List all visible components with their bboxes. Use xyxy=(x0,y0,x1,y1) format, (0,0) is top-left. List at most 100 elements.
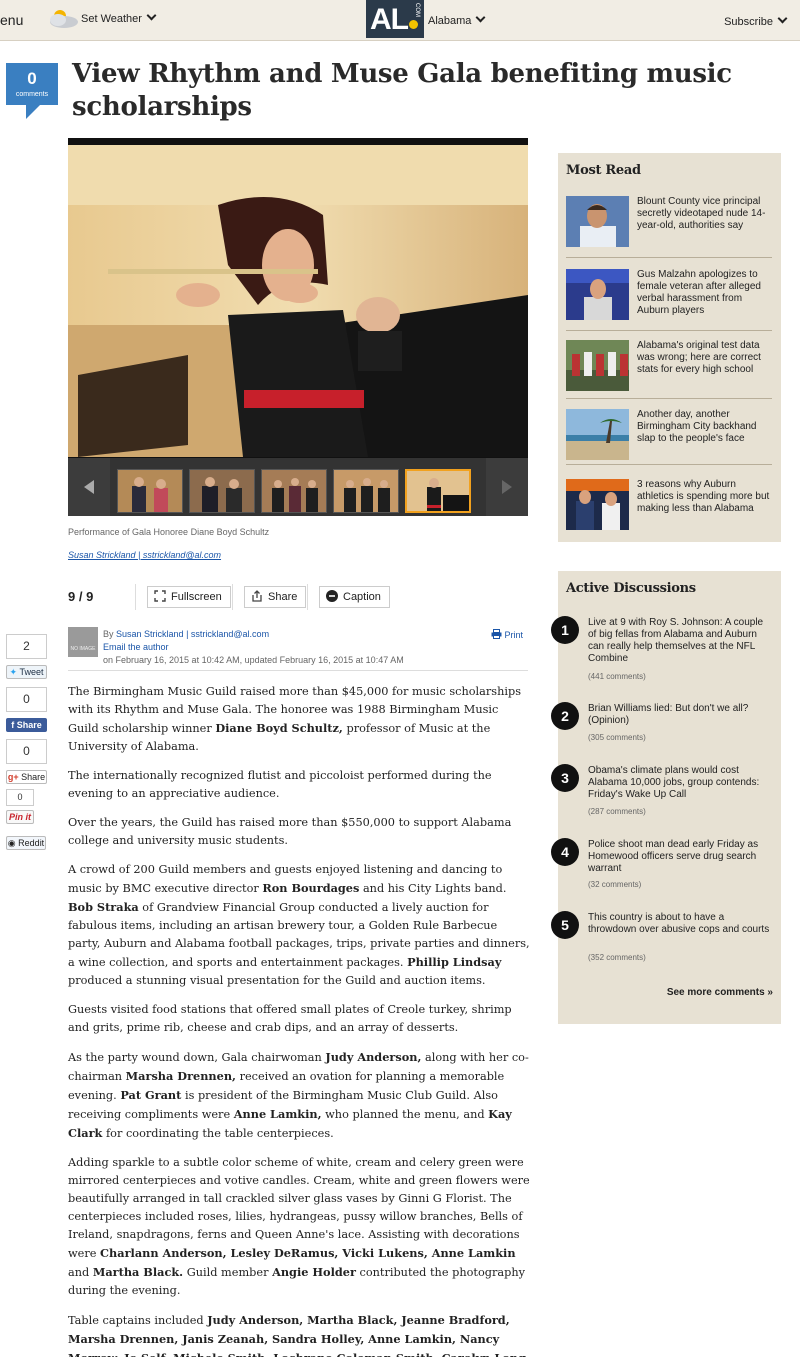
author-avatar: NO IMAGE xyxy=(68,627,98,657)
thumbnail-strip xyxy=(68,458,528,516)
photo-credit-link[interactable]: Susan Strickland | sstrickland@al.com xyxy=(68,550,221,560)
article-body: The Birmingham Music Guild raised more t… xyxy=(68,683,530,1357)
gplus-share-label: Share xyxy=(21,772,46,782)
comments-count: 0 xyxy=(27,69,37,88)
chevron-down-icon xyxy=(146,10,157,21)
bold-name: Phillip Lindsay xyxy=(407,955,502,969)
article-paragraph: Over the years, the Guild has raised mor… xyxy=(68,814,530,850)
logo-text: AL xyxy=(370,3,409,36)
discussion-comment-count: (287 comments) xyxy=(588,807,646,816)
article-paragraph: The internationally recognized flutist a… xyxy=(68,767,530,803)
paragraph-text: Guild member xyxy=(183,1266,273,1279)
set-weather-label: Set Weather xyxy=(81,13,142,25)
see-more-comments-link[interactable]: See more comments » xyxy=(667,987,773,998)
paragraph-text: for coordinating the table centerpieces. xyxy=(102,1127,334,1140)
most-read-headline: Gus Malzahn apologizes to female veteran… xyxy=(637,269,761,316)
logo-suffix: COM xyxy=(414,3,420,17)
bold-name: Marsha Drennen, xyxy=(125,1069,236,1083)
bold-name: Anne Lamkin, xyxy=(233,1107,322,1121)
set-weather-button[interactable]: Set Weather xyxy=(81,10,157,25)
gplus-share-widget: 0 g+ Share xyxy=(6,739,47,784)
next-arrow-icon[interactable] xyxy=(486,458,528,516)
author-link[interactable]: Susan Strickland | sstrickland@al.com xyxy=(116,629,269,639)
share-button[interactable]: Share xyxy=(244,586,307,608)
site-logo[interactable]: AL COM xyxy=(366,0,424,38)
most-read-thumbnail xyxy=(566,409,629,460)
discussion-comment-count: (441 comments) xyxy=(588,672,646,681)
gallery-thumbnail[interactable] xyxy=(333,469,399,513)
discussion-comment-count: (352 comments) xyxy=(588,953,646,962)
fullscreen-label: Fullscreen xyxy=(171,591,222,603)
facebook-count: 0 xyxy=(6,687,47,712)
paragraph-text: The internationally recognized flutist a… xyxy=(68,769,492,800)
paragraph-text: Table captains included xyxy=(68,1314,208,1327)
bold-name: Judy Anderson, xyxy=(325,1050,422,1064)
pinterest-widget: 0 Pin it xyxy=(6,789,47,824)
print-icon xyxy=(491,629,502,639)
gallery-thumbnail-active[interactable] xyxy=(405,469,471,513)
menu-button[interactable]: enu xyxy=(0,12,23,28)
discussion-item[interactable]: 2 Brian Williams lied: But don't we all?… xyxy=(551,702,781,747)
caption-button[interactable]: Caption xyxy=(319,586,390,608)
article-paragraph: Table captains included Judy Anderson, M… xyxy=(68,1311,530,1357)
tweet-button[interactable]: ✦ Tweet xyxy=(6,665,47,679)
facebook-share-button[interactable]: f Share xyxy=(6,718,47,732)
article-paragraph: As the party wound down, Gala chairwoman… xyxy=(68,1048,530,1143)
divider xyxy=(232,584,233,610)
gplus-share-button[interactable]: g+ Share xyxy=(6,770,47,784)
pin-it-button[interactable]: Pin it xyxy=(6,810,34,824)
discussion-item[interactable]: 5 This country is about to have a throwd… xyxy=(551,911,781,966)
reddit-button[interactable]: ◉ Reddit xyxy=(6,836,46,850)
most-read-thumbnail xyxy=(566,479,629,530)
divider xyxy=(566,330,772,331)
gallery-thumbnail[interactable] xyxy=(117,469,183,513)
paragraph-text: Guests visited food stations that offere… xyxy=(68,1003,512,1034)
author-line: By Susan Strickland | sstrickland@al.com xyxy=(103,629,269,639)
article-paragraph: A crowd of 200 Guild members and guests … xyxy=(68,861,530,990)
most-read-thumbnail xyxy=(566,340,629,391)
discussion-headline: Brian Williams lied: But don't we all? (… xyxy=(588,703,749,726)
discussion-headline: Police shoot man dead early Friday as Ho… xyxy=(588,839,759,874)
badge-tail xyxy=(26,105,40,119)
paragraph-text: and xyxy=(68,1266,93,1279)
discussion-item[interactable]: 4 Police shoot man dead early Friday as … xyxy=(551,838,781,893)
caption-label: Caption xyxy=(343,591,381,603)
most-read-panel: Most Read Blount County vice principal s… xyxy=(558,153,781,542)
active-discussions-heading: Active Discussions xyxy=(566,581,696,596)
photo-gallery xyxy=(68,138,528,516)
chevron-down-icon xyxy=(475,12,486,23)
paragraph-text: Adding sparkle to a subtle color scheme … xyxy=(68,1156,530,1260)
gallery-thumbnail[interactable] xyxy=(189,469,255,513)
paragraph-text: produced a stunning visual presentation … xyxy=(68,974,486,987)
reddit-widget: ◉ Reddit xyxy=(6,830,47,850)
discussion-rank: 3 xyxy=(551,764,579,792)
comments-badge[interactable]: 0 comments xyxy=(6,63,58,119)
print-button[interactable]: Print xyxy=(491,629,523,640)
subscribe-button[interactable]: Subscribe xyxy=(724,13,788,28)
facebook-icon: f xyxy=(11,720,15,730)
previous-arrow-icon[interactable] xyxy=(68,458,110,516)
twitter-share-widget: 2 ✦ Tweet xyxy=(6,634,47,679)
discussion-rank: 5 xyxy=(551,911,579,939)
discussion-headline: Obama's climate plans would cost Alabama… xyxy=(588,765,760,800)
discussion-item[interactable]: 1 Live at 9 with Roy S. Johnson: A coupl… xyxy=(551,616,781,686)
fullscreen-icon xyxy=(154,590,166,602)
chevron-down-icon xyxy=(777,13,788,24)
discussion-item[interactable]: 3 Obama's climate plans would cost Alaba… xyxy=(551,764,781,819)
discussion-rank: 1 xyxy=(551,616,579,644)
divider xyxy=(566,398,772,399)
gallery-thumbnail[interactable] xyxy=(261,469,327,513)
region-selector[interactable]: Alabama xyxy=(428,12,486,27)
discussion-comment-count: (305 comments) xyxy=(588,733,646,742)
paragraph-text: and his City Lights band. xyxy=(359,882,507,895)
fullscreen-button[interactable]: Fullscreen xyxy=(147,586,231,608)
weather-icon[interactable] xyxy=(44,7,80,31)
bold-name: Diane Boyd Schultz, xyxy=(215,721,343,735)
gallery-main-photo[interactable] xyxy=(68,145,528,457)
email-author-link[interactable]: Email the author xyxy=(103,642,169,652)
article-paragraph: Guests visited food stations that offere… xyxy=(68,1001,530,1037)
paragraph-text: As the party wound down, Gala chairwoman xyxy=(68,1051,326,1064)
by-prefix: By xyxy=(103,629,114,639)
share-label: Share xyxy=(268,591,298,603)
facebook-share-label: Share xyxy=(16,720,42,730)
